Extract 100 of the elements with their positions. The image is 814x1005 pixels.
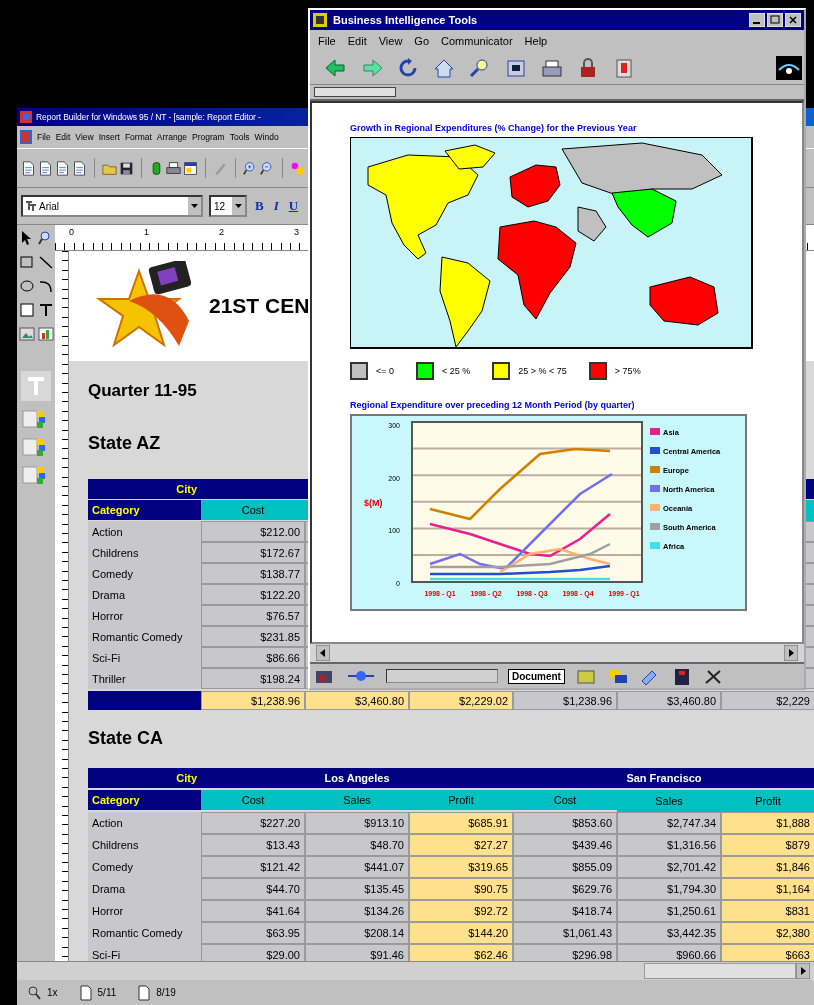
table-cell: $90.75 [409, 878, 513, 900]
table-cell: $3,442.35 [617, 922, 721, 944]
page-count: 8/19 [156, 987, 176, 998]
page-icon[interactable] [38, 160, 53, 176]
table-cell: $439.46 [513, 834, 617, 856]
column-header: Category [88, 790, 201, 810]
table-cell: $1,164 [721, 878, 814, 900]
rectangle-tool-icon[interactable] [17, 253, 36, 271]
legend-label: 25 > % < 75 [518, 366, 567, 376]
scroll-right-arrow-icon[interactable] [784, 645, 798, 661]
menu-item[interactable]: Windo [254, 132, 279, 142]
scroll-right-arrow-icon[interactable] [796, 963, 810, 979]
total-cell: $3,460.80 [305, 691, 409, 710]
chart-tool-icon[interactable] [36, 325, 55, 343]
browser-logo-icon [776, 56, 802, 80]
menu-item[interactable]: Help [524, 35, 548, 47]
menu-item[interactable]: Program [192, 132, 225, 142]
printer-icon[interactable] [166, 160, 181, 176]
report-heading: Quarter 11-95 [88, 381, 197, 402]
close-icon[interactable] [785, 13, 801, 27]
horizontal-scrollbar[interactable] [310, 644, 804, 664]
app-icon [313, 13, 327, 27]
table-cell: $91.46 [305, 944, 409, 961]
window-icon[interactable] [183, 160, 198, 176]
table-cell: $63.95 [201, 922, 305, 944]
italic-button[interactable]: I [271, 198, 281, 214]
row-label: Sci-Fi [88, 944, 201, 961]
table-cell: $1,250.61 [617, 900, 721, 922]
row-label: Comedy [88, 563, 201, 584]
table-cell: $1,061.43 [513, 922, 617, 944]
table-cell: $2,380 [721, 922, 814, 944]
table-cell: $1,794.30 [617, 878, 721, 900]
table-cell: $144.20 [409, 922, 513, 944]
row-label: Childrens [88, 542, 201, 563]
image-tool-icon[interactable] [17, 325, 36, 343]
font-size-dropdown[interactable]: 12 [209, 195, 247, 217]
column-header: Cost [201, 790, 305, 810]
menu-item[interactable]: View [75, 132, 94, 142]
menu-item[interactable]: Go [414, 35, 430, 47]
row-label: Childrens [88, 834, 201, 856]
menu-item[interactable]: Communicator [441, 35, 513, 47]
table-cell: $853.60 [513, 812, 617, 834]
row-label: Sci-Fi [88, 647, 201, 668]
table-cell: $441.07 [305, 856, 409, 878]
table-cell: $1,888 [721, 812, 814, 834]
page-icon [138, 984, 151, 1001]
column-header: Los Angeles [201, 768, 513, 788]
ellipse-tool-icon[interactable] [17, 277, 36, 295]
axis-title: $(M) [364, 498, 383, 508]
table-cell: $62.46 [409, 944, 513, 961]
menu-item[interactable]: Arrange [156, 132, 188, 142]
printer-icon[interactable] [540, 57, 564, 79]
minimize-icon[interactable] [749, 13, 765, 27]
save-icon[interactable] [119, 160, 134, 176]
menu-item[interactable]: Format [124, 132, 152, 142]
table-cell: $27.27 [409, 834, 513, 856]
location-tab[interactable] [314, 87, 396, 97]
menu-item[interactable]: View [378, 35, 403, 47]
section-heading: State CA [88, 728, 163, 750]
menu-item[interactable]: File [37, 132, 51, 142]
row-label: Action [88, 521, 201, 542]
table-cell: $134.26 [305, 900, 409, 922]
horizontal-scrollbar[interactable] [17, 961, 814, 980]
zoom-level: 1x [47, 987, 58, 998]
table-cell: $29.00 [201, 944, 305, 961]
window-title: Report Builder for Windows 95 / NT - [sample: Report Editor - [36, 112, 261, 122]
row-label: Drama [88, 584, 201, 605]
scroll-left-arrow-icon[interactable] [316, 645, 330, 661]
underline-button[interactable]: U [286, 198, 301, 214]
menu-item[interactable]: Insert [98, 132, 120, 142]
truetype-icon [26, 201, 36, 211]
page-icon[interactable] [55, 160, 70, 176]
page-icon [79, 984, 92, 1001]
maximize-icon[interactable] [767, 13, 783, 27]
row-label: Drama [88, 878, 201, 900]
column-header: City [88, 768, 201, 788]
magnifier-icon [27, 984, 41, 1001]
table-cell: $86.66 [201, 647, 305, 668]
menu-item[interactable]: File [318, 35, 336, 47]
row-label: Thriller [88, 668, 201, 689]
menu-item[interactable]: Edit [347, 35, 367, 47]
bold-button[interactable]: B [253, 198, 266, 214]
square-tool-icon[interactable] [17, 301, 36, 319]
table-cell: $172.67 [201, 542, 305, 563]
home-icon[interactable] [432, 57, 456, 79]
page-icon[interactable] [72, 160, 87, 176]
row-label: Action [88, 812, 201, 834]
column-header: City [88, 479, 201, 499]
back-arrow-icon[interactable] [324, 57, 348, 79]
font-dropdown[interactable]: Arial [21, 195, 203, 217]
table-cell: $831 [721, 900, 814, 922]
new-report-icon[interactable] [21, 160, 36, 176]
total-cell: $3,460.80 [617, 691, 721, 710]
table-cell: $135.45 [305, 878, 409, 900]
ruler-number: 0 [69, 227, 75, 239]
menu-item[interactable]: Edit [55, 132, 71, 142]
table-cell: $92.72 [409, 900, 513, 922]
menu-item[interactable]: Tools [229, 132, 250, 142]
row-label: Romantic Comedy [88, 922, 201, 944]
table-cell: $121.42 [201, 856, 305, 878]
